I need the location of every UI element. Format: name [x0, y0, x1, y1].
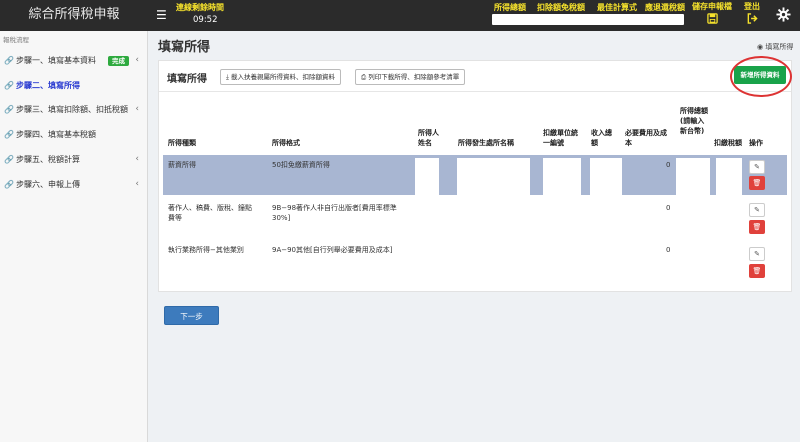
col-withheld-tax: 扣繳稅額: [714, 139, 742, 147]
sidebar-item-label: 步驟五、稅額計算: [16, 155, 80, 164]
row-necessary-costs: 0: [666, 204, 671, 212]
session-timer-value: 09:52: [193, 15, 218, 25]
sidebar-item-label: 步驟三、填寫扣除額、扣抵稅額: [16, 105, 128, 114]
col-income-type: 所得種類: [168, 139, 196, 147]
logout-label: 登出: [744, 2, 760, 11]
logout-icon: [747, 13, 758, 24]
floppy-disk-icon: [706, 13, 718, 24]
edit-icon[interactable]: ✎: [749, 203, 765, 217]
sidebar-item-label: 步驟一、填寫基本資料: [16, 56, 96, 65]
row-income-type: 執行業務所得−其他業別: [168, 246, 244, 254]
col-income-format: 所得格式: [272, 139, 300, 147]
row-necessary-costs: 0: [666, 246, 671, 254]
top-bar: 綜合所得稅申報 ☰ 連線剩餘時間 09:52 所得總額 扣除額免稅額 最佳計算式…: [0, 0, 800, 31]
stat-total-income: 所得總額: [494, 3, 526, 12]
trash-icon[interactable]: 🗑: [749, 264, 765, 278]
col-payer-name: 所得發生處所名稱: [458, 139, 514, 147]
save-declaration-button[interactable]: 儲存申報檔: [692, 1, 732, 24]
sidebar-item-label: 步驟六、申報上傳: [16, 180, 80, 189]
col-earner-name: 所得人姓名: [418, 129, 439, 147]
sidebar-item-label: 步驟四、填寫基本稅額: [16, 130, 96, 139]
link-icon: 🔗: [4, 130, 14, 139]
import-dependent-data-label: 載入扶養親屬所得資料、扣除額資料: [230, 73, 335, 81]
sidebar-item-step1[interactable]: 🔗 步驟一、填寫基本資料 完成 ‹: [0, 48, 148, 73]
sidebar: 報稅流程 🔗 步驟一、填寫基本資料 完成 ‹ 🔗 步驟二、填寫所得 🔗 步驟三、…: [0, 31, 148, 442]
sidebar-item-step4[interactable]: 🔗 步驟四、填寫基本稅額: [0, 122, 148, 147]
print-reference-list-label: 列印下載所得、扣除額參考清單: [368, 73, 460, 81]
stat-refund: 應退還稅額: [645, 3, 685, 12]
col-payer-tax-id: 扣繳單位統一編號: [543, 129, 578, 147]
app-title: 綜合所得稅申報: [28, 7, 120, 22]
link-icon: 🔗: [4, 56, 14, 65]
chevron-left-icon: ‹: [135, 55, 139, 65]
col-gross-income: 收入總額: [591, 129, 612, 147]
chevron-left-icon: ‹: [135, 179, 139, 189]
row-income-format: 9A−90其他[自行列舉必要費用及成本]: [272, 246, 393, 254]
sidebar-item-step3[interactable]: 🔗 步驟三、填寫扣除額、扣抵稅額 ‹: [0, 97, 148, 122]
print-reference-list-button[interactable]: ⎙ 列印下載所得、扣除額參考清單: [355, 69, 466, 85]
breadcrumb-label: 填寫所得: [765, 43, 794, 51]
redacted-payer-name: [457, 158, 530, 268]
page-title: 填寫所得: [158, 40, 211, 55]
gear-icon[interactable]: [776, 7, 791, 22]
stat-best-formula: 最佳計算式: [597, 3, 637, 12]
sidebar-title: 報稅流程: [3, 36, 29, 44]
redacted-withheld-tax: [716, 158, 742, 266]
row-income-type: 著作人、稿費、版稅、鐘點費等: [168, 204, 252, 222]
breadcrumb: ◉ 填寫所得: [757, 42, 793, 52]
col-necessary-costs: 必要費用及成本: [625, 129, 667, 147]
row-income-format: 9B−98著作人非自行出版者[費用率標準30%]: [272, 204, 397, 222]
sidebar-item-step6[interactable]: 🔗 步驟六、申報上傳 ‹: [0, 172, 148, 197]
col-total-income: 所得總額(請輸入新台幣): [680, 107, 708, 135]
sidebar-item-step2[interactable]: 🔗 步驟二、填寫所得: [0, 73, 148, 98]
edit-icon[interactable]: ✎: [749, 160, 765, 174]
row-income-format: 50扣免繳薪資所得: [272, 161, 330, 169]
logout-button[interactable]: 登出: [744, 1, 760, 24]
row-necessary-costs: 0: [666, 161, 671, 169]
link-icon: 🔗: [4, 81, 14, 90]
redacted-gross-income: [590, 158, 622, 238]
next-step-button[interactable]: 下一步: [164, 306, 219, 325]
stat-deductions: 扣除額免稅額: [537, 3, 585, 12]
edit-icon[interactable]: ✎: [749, 247, 765, 261]
redacted-payer-tax-id: [543, 158, 581, 238]
hamburger-icon[interactable]: ☰: [156, 8, 167, 22]
status-badge: 完成: [108, 56, 129, 66]
col-actions: 操作: [749, 139, 763, 147]
session-timer-label: 連線剩餘時間: [176, 3, 224, 12]
trash-icon[interactable]: 🗑: [749, 220, 765, 234]
sidebar-item-label: 步驟二、填寫所得: [16, 81, 80, 90]
link-icon: 🔗: [4, 180, 14, 189]
redacted-earner-name: [415, 158, 439, 256]
highlight-annotation-circle: [730, 56, 792, 97]
link-icon: 🔗: [4, 155, 14, 164]
chevron-left-icon: ‹: [135, 154, 139, 164]
sidebar-item-step5[interactable]: 🔗 步驟五、稅額計算 ‹: [0, 147, 148, 172]
import-dependent-data-button[interactable]: ⤓ 載入扶養親屬所得資料、扣除額資料: [220, 69, 341, 85]
trash-icon[interactable]: 🗑: [749, 176, 765, 190]
panel-title: 填寫所得: [167, 74, 207, 85]
stat-values-box: [492, 14, 684, 25]
chevron-left-icon: ‹: [135, 104, 139, 114]
redacted-total-income: [676, 158, 710, 263]
save-declaration-label: 儲存申報檔: [692, 2, 732, 11]
link-icon: 🔗: [4, 105, 14, 114]
panel-divider: [159, 91, 791, 92]
row-income-type: 薪資所得: [168, 161, 196, 169]
